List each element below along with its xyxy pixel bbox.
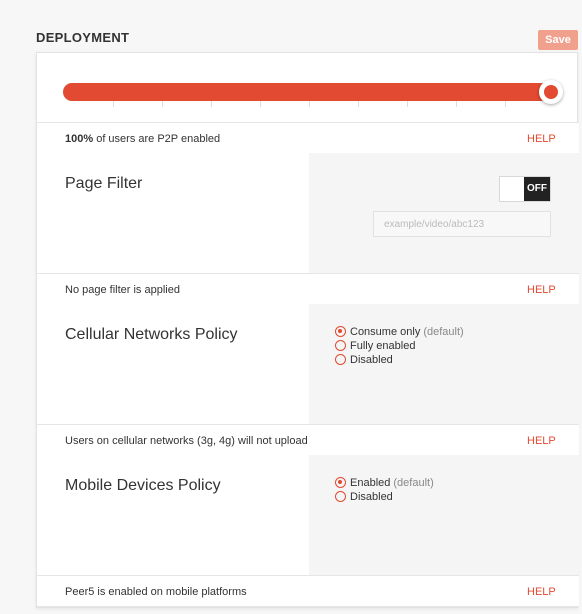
page-filter-summary: No page filter is applied [65, 284, 180, 296]
radio-checked-icon[interactable] [335, 326, 346, 337]
cellular-policy-section: Cellular Networks Policy Consume only (d… [37, 304, 579, 425]
toggle-off-label: OFF [524, 177, 550, 201]
page-filter-toggle[interactable]: OFF [499, 176, 551, 202]
slider-thumb[interactable] [539, 80, 563, 104]
slider-tick [309, 101, 310, 107]
slider-tick [113, 101, 114, 107]
cellular-option-fully-enabled[interactable]: Fully enabled [335, 339, 464, 352]
section-title: DEPLOYMENT [36, 30, 130, 45]
cellular-summary-row: Users on cellular networks (3g, 4g) will… [37, 424, 579, 456]
cellular-help-link[interactable]: HELP [527, 435, 556, 447]
p2p-summary-row: 100% of users are P2P enabled HELP [37, 122, 579, 154]
mobile-summary-row: Peer5 is enabled on mobile platforms HEL… [37, 575, 579, 607]
cellular-radio-group: Consume only (default) Fully enabled Dis… [335, 325, 464, 367]
p2p-summary: 100% of users are P2P enabled [65, 133, 220, 145]
radio-unchecked-icon[interactable] [335, 354, 346, 365]
slider-tick [162, 101, 163, 107]
save-button[interactable]: Save [538, 30, 578, 50]
slider-tick [407, 101, 408, 107]
deployment-header: DEPLOYMENT Save [0, 0, 582, 52]
p2p-summary-text: of users are P2P enabled [93, 133, 221, 145]
mobile-option-disabled[interactable]: Disabled [335, 490, 434, 503]
cellular-option-consume-only[interactable]: Consume only (default) [335, 325, 464, 338]
mobile-radio-group: Enabled (default) Disabled [335, 476, 434, 504]
cellular-option-disabled[interactable]: Disabled [335, 353, 464, 366]
page-filter-input[interactable] [373, 211, 551, 237]
slider-track[interactable] [63, 83, 553, 101]
cellular-summary: Users on cellular networks (3g, 4g) will… [65, 435, 308, 447]
mobile-policy-title: Mobile Devices Policy [65, 477, 221, 494]
page-filter-summary-row: No page filter is applied HELP [37, 273, 579, 305]
deployment-card: 100% of users are P2P enabled HELP Page … [36, 52, 579, 608]
page-filter-title: Page Filter [65, 175, 143, 192]
slider-tick [358, 101, 359, 107]
radio-unchecked-icon[interactable] [335, 491, 346, 502]
mobile-help-link[interactable]: HELP [527, 586, 556, 598]
slider-tick [505, 101, 506, 107]
slider-tick [211, 101, 212, 107]
radio-checked-icon[interactable] [335, 477, 346, 488]
page-filter-section: Page Filter OFF [37, 153, 579, 274]
slider-tick [260, 101, 261, 107]
radio-unchecked-icon[interactable] [335, 340, 346, 351]
mobile-summary: Peer5 is enabled on mobile platforms [65, 586, 247, 598]
mobile-policy-section: Mobile Devices Policy Enabled (default) … [37, 455, 579, 576]
cellular-policy-title: Cellular Networks Policy [65, 326, 238, 343]
p2p-slider[interactable] [37, 53, 579, 123]
slider-tick [456, 101, 457, 107]
mobile-option-enabled[interactable]: Enabled (default) [335, 476, 434, 489]
p2p-help-link[interactable]: HELP [527, 133, 556, 145]
p2p-percent: 100% [65, 133, 94, 145]
page-filter-help-link[interactable]: HELP [527, 284, 556, 296]
